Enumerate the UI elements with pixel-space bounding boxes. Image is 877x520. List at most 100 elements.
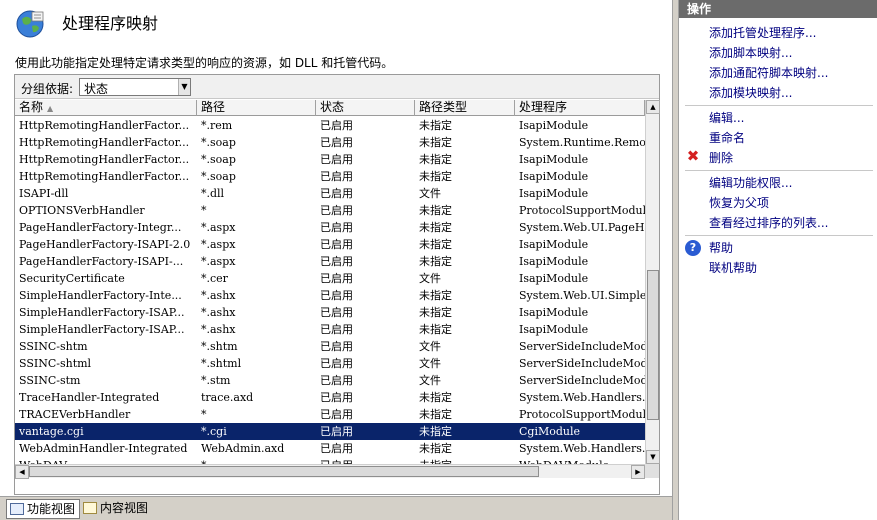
table-row[interactable]: OPTIONSVerbHandler * 已启用 未指定 ProtocolSupport… — [15, 202, 645, 219]
table-row[interactable]: SSINC-shtm *.shtm 已启用 文件 ServerSideIncludeMo… — [15, 338, 645, 355]
table-cell: 已启用 — [320, 306, 353, 319]
table-cell: 已启用 — [320, 289, 353, 302]
column-header-path[interactable]: 路径 — [197, 100, 316, 116]
table-cell: System.Web.UI.PageHar — [519, 221, 645, 234]
content-view-icon — [83, 502, 97, 514]
column-header-name[interactable]: 名称 ▲ — [15, 100, 197, 116]
action-view-ordered-list[interactable]: 查看经过排序的列表... — [709, 214, 828, 232]
table-cell: 未指定 — [419, 136, 452, 149]
table-cell: *.dll — [201, 187, 225, 200]
action-revert-to-parent[interactable]: 恢复为父项 — [709, 194, 769, 212]
table-cell: ServerSideIncludeModu — [519, 340, 645, 353]
delete-icon[interactable]: ✖ — [685, 148, 701, 164]
help-icon[interactable]: ? — [685, 240, 701, 256]
scroll-right-icon[interactable]: ▶ — [631, 465, 645, 479]
table-cell: PageHandlerFactory-ISAPI-... — [19, 255, 184, 268]
table-cell: PageHandlerFactory-ISAPI-2.0 — [19, 238, 191, 251]
table-cell: System.Web.UI.SimpleH — [519, 289, 645, 302]
action-add-managed-handler[interactable]: 添加托管处理程序... — [709, 24, 816, 42]
action-add-wildcard-script-map[interactable]: 添加通配符脚本映射... — [709, 64, 828, 82]
horizontal-scrollbar[interactable]: ◀ ▶ — [15, 464, 645, 479]
table-row[interactable]: TraceHandler-Integrated trace.axd 已启用 未指定 Sy… — [15, 389, 645, 406]
table-cell: *.rem — [201, 119, 233, 132]
table-cell: 未指定 — [419, 425, 452, 438]
action-online-help[interactable]: 联机帮助 — [709, 259, 757, 277]
table-row[interactable]: SimpleHandlerFactory-Inte... *.ashx 已启用 未指定… — [15, 287, 645, 304]
table-row[interactable]: PageHandlerFactory-ISAPI-2.0 *.aspx 已启用 未指定… — [15, 236, 645, 253]
actions-pane: 操作 添加托管处理程序... 添加脚本映射... 添加通配符脚本映射... 添加… — [678, 0, 877, 520]
handler-mappings-grid: 分组依据: 状态 ▼ 名称 ▲ 路径 状态 路径类型 处理程序 HttpRemot… — [14, 74, 660, 495]
table-row[interactable]: SimpleHandlerFactory-ISAP... *.ashx 已启用 未指定… — [15, 321, 645, 338]
table-cell: *.ashx — [201, 289, 236, 302]
scroll-left-icon[interactable]: ◀ — [15, 465, 29, 479]
action-add-script-map[interactable]: 添加脚本映射... — [709, 44, 792, 62]
table-row[interactable]: SSINC-stm *.stm 已启用 文件 ServerSideIncludeModu — [15, 372, 645, 389]
table-row[interactable]: SecurityCertificate *.cer 已启用 文件 IsapiModule — [15, 270, 645, 287]
table-cell: 未指定 — [419, 119, 452, 132]
action-edit[interactable]: 编辑... — [709, 109, 744, 127]
table-cell: WebDAVModule — [515, 457, 645, 464]
action-add-module-map[interactable]: 添加模块映射... — [709, 84, 792, 102]
table-cell: System.Web.Handlers.W — [519, 442, 645, 455]
tab-content-view[interactable]: 内容视图 — [80, 499, 152, 519]
table-row[interactable]: vantage.cgi *.cgi 已启用 未指定 CgiModule — [15, 423, 645, 440]
table-cell: 已启用 — [320, 374, 353, 387]
column-header-path-type[interactable]: 路径类型 — [415, 100, 515, 116]
table-cell: IsapiModule — [519, 272, 589, 285]
main-panel: 处理程序映射 使用此功能指定处理特定请求类型的响应的资源，如 DLL 和托管代码… — [0, 0, 672, 496]
actions-divider — [685, 235, 873, 236]
column-header-handler[interactable]: 处理程序 — [515, 100, 645, 116]
group-by-select[interactable]: 状态 ▼ — [79, 78, 191, 96]
vertical-scroll-thumb[interactable] — [647, 270, 659, 420]
table-cell: 未指定 — [419, 221, 452, 234]
table-row[interactable]: WebAdminHandler-Integrated WebAdmin.axd 已启… — [15, 440, 645, 457]
table-cell: 未指定 — [419, 255, 452, 268]
actions-header: 操作 — [679, 0, 877, 18]
table-cell: SimpleHandlerFactory-Inte... — [19, 289, 182, 302]
table-cell: 已启用 — [320, 442, 353, 455]
table-cell: 已启用 — [320, 170, 353, 183]
scroll-up-icon[interactable]: ▲ — [646, 100, 660, 114]
action-help[interactable]: 帮助 — [709, 239, 733, 257]
table-row[interactable]: HttpRemotingHandlerFactor... *.soap 已启用 未指定… — [15, 151, 645, 168]
table-cell: vantage.cgi — [19, 425, 84, 438]
table-cell: 未指定 — [419, 323, 452, 336]
table-cell: ISAPI-dll — [19, 187, 69, 200]
scrollbar-corner — [645, 464, 659, 478]
table-row[interactable]: PageHandlerFactory-Integr... *.aspx 已启用 未指定… — [15, 219, 645, 236]
scroll-down-icon[interactable]: ▼ — [646, 450, 660, 464]
chevron-down-icon[interactable]: ▼ — [178, 79, 190, 95]
vertical-scrollbar[interactable]: ▲ ▼ — [645, 100, 660, 464]
action-rename[interactable]: 重命名 — [709, 129, 745, 147]
features-view-icon — [10, 503, 24, 515]
table-cell: *.cer — [201, 272, 228, 285]
table-row[interactable]: HttpRemotingHandlerFactor... *.soap 已启用 未指定… — [15, 134, 645, 151]
actions-divider — [685, 170, 873, 171]
table-body: HttpRemotingHandlerFactor... *.rem 已启用 未指定 I… — [15, 117, 645, 464]
table-cell: 已启用 — [320, 340, 353, 353]
tab-features-view[interactable]: 功能视图 — [6, 499, 81, 519]
table-cell: * — [201, 204, 207, 217]
table-cell: 已启用 — [320, 255, 353, 268]
action-delete[interactable]: 删除 — [709, 149, 733, 167]
table-row[interactable]: HttpRemotingHandlerFactor... *.rem 已启用 未指定 I… — [15, 117, 645, 134]
action-edit-feature-permissions[interactable]: 编辑功能权限... — [709, 174, 792, 192]
table-row[interactable]: PageHandlerFactory-ISAPI-... *.aspx 已启用 未指定… — [15, 253, 645, 270]
table-row[interactable]: WebDAV*已启用未指定WebDAVModule — [15, 457, 645, 464]
column-header-state[interactable]: 状态 — [316, 100, 415, 116]
table-cell: ServerSideIncludeModu — [519, 374, 645, 387]
page-description: 使用此功能指定处理特定请求类型的响应的资源，如 DLL 和托管代码。 — [15, 56, 394, 70]
table-cell: 已启用 — [320, 323, 353, 336]
table-row[interactable]: HttpRemotingHandlerFactor... *.soap 已启用 未指定… — [15, 168, 645, 185]
table-cell: *.ashx — [201, 323, 236, 336]
table-cell: WebDAV — [15, 457, 197, 464]
table-row[interactable]: SSINC-shtml *.shtml 已启用 文件 ServerSideInclude… — [15, 355, 645, 372]
table-cell: SimpleHandlerFactory-ISAP... — [19, 306, 185, 319]
table-row[interactable]: ISAPI-dll *.dll 已启用 文件 IsapiModule — [15, 185, 645, 202]
table-row[interactable]: SimpleHandlerFactory-ISAP... *.ashx 已启用 未指定… — [15, 304, 645, 321]
table-cell: *.ashx — [201, 306, 236, 319]
table-cell: *.aspx — [201, 255, 236, 268]
table-row[interactable]: TRACEVerbHandler * 已启用 未指定 ProtocolSupportMo… — [15, 406, 645, 423]
horizontal-scroll-thumb[interactable] — [29, 466, 539, 477]
table-cell: WebAdminHandler-Integrated — [19, 442, 188, 455]
